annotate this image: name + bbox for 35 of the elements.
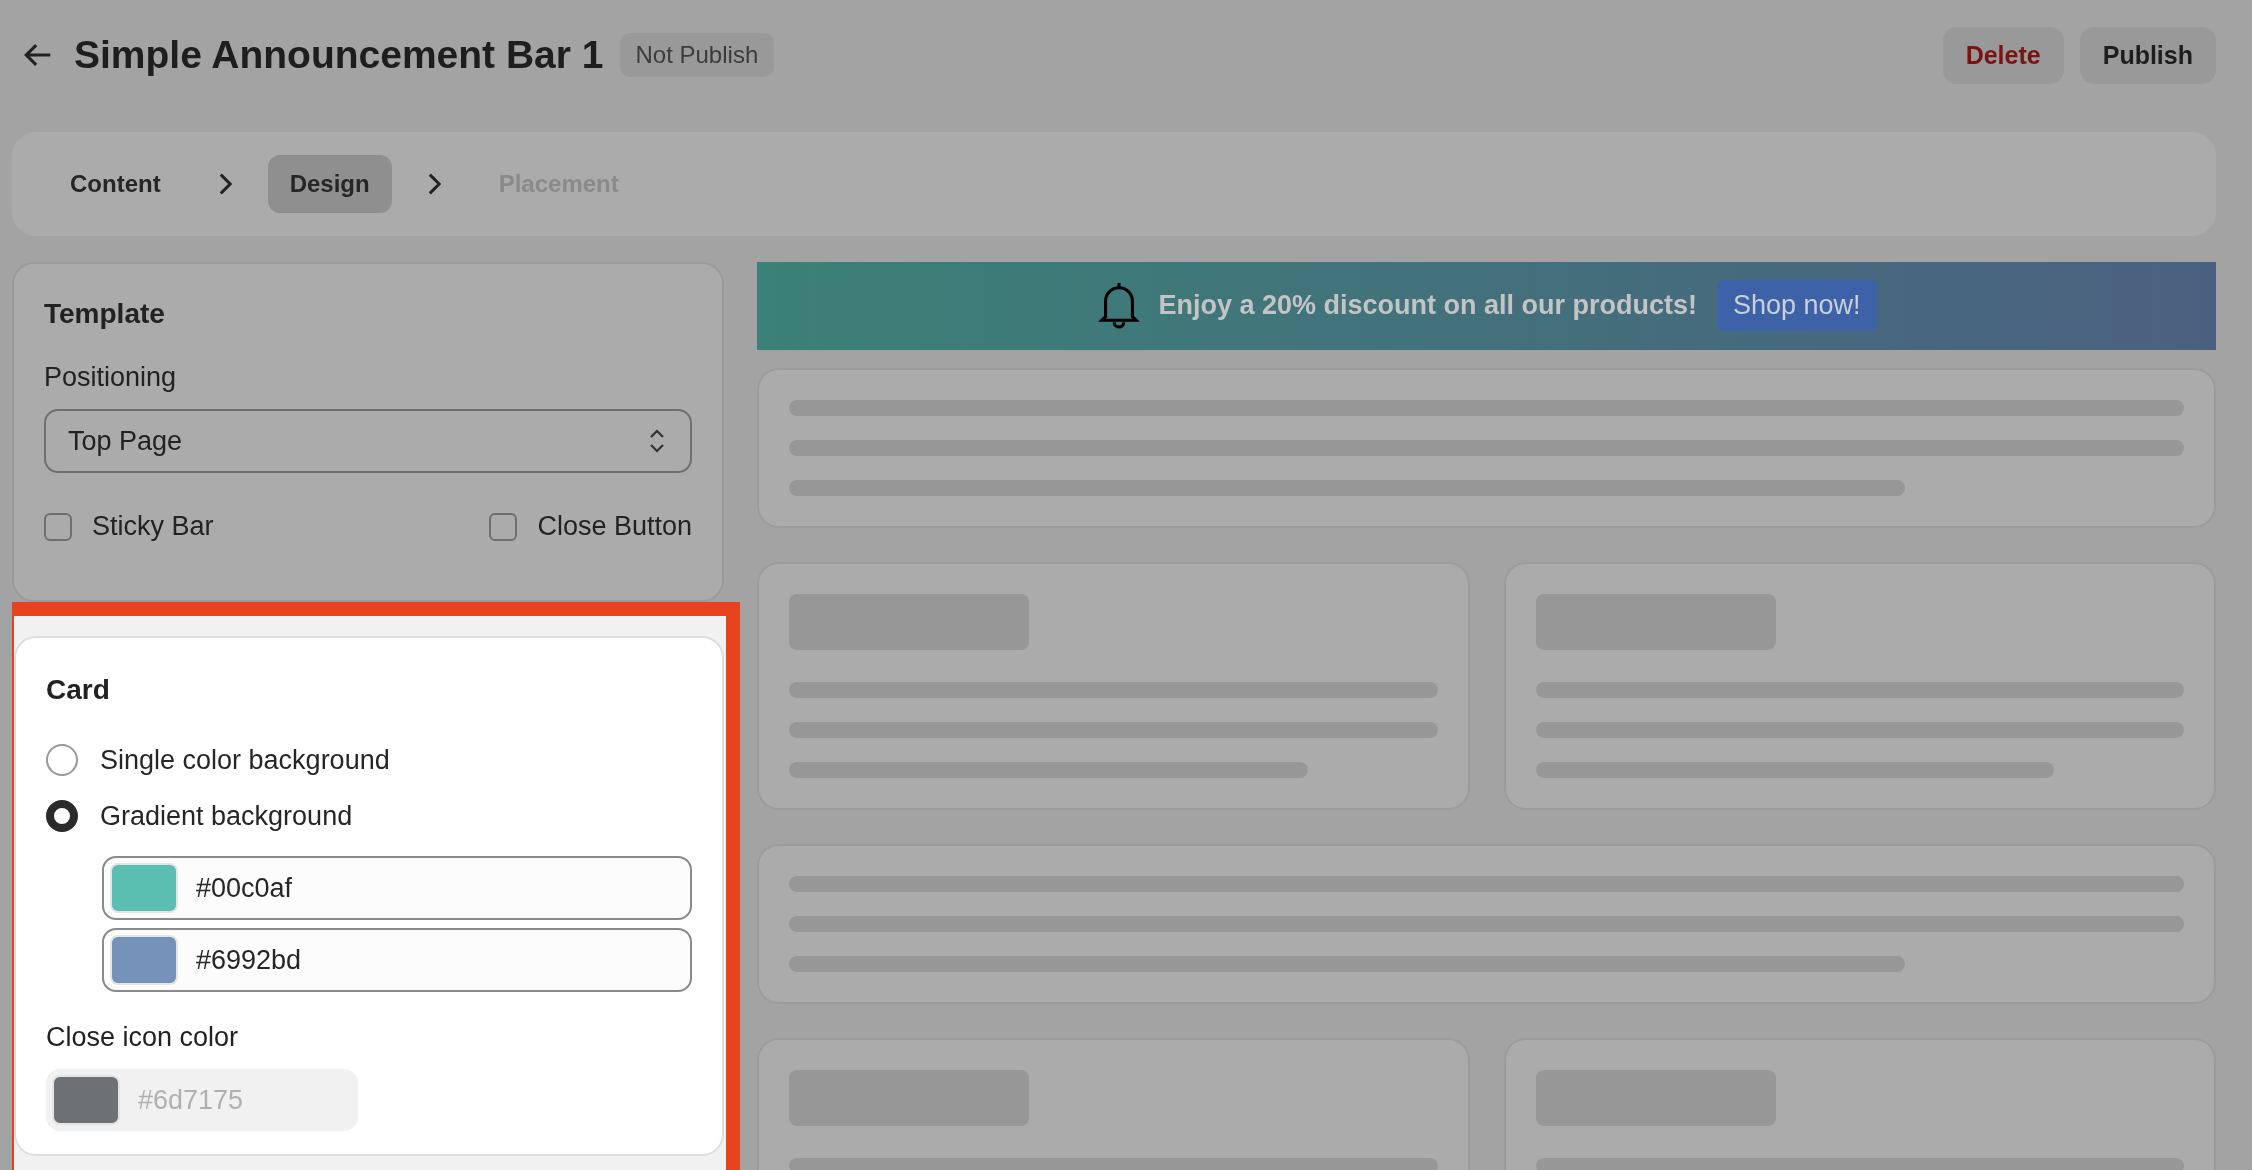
page-title: Simple Announcement Bar 1 (74, 33, 604, 77)
publish-button[interactable]: Publish (2079, 26, 2216, 84)
checkbox[interactable] (489, 512, 518, 541)
field-label: Positioning (44, 362, 178, 393)
color-value: #6d7175 (138, 1084, 244, 1116)
color-value: #6992bd (196, 944, 302, 976)
checkbox-label: Close Button (537, 511, 692, 542)
color-value: #00c0af (196, 872, 293, 904)
chevron-right-icon (427, 173, 441, 195)
checkbox[interactable] (44, 512, 72, 541)
color-swatch[interactable] (110, 863, 178, 913)
radio-button[interactable] (46, 744, 78, 776)
color-swatch[interactable] (110, 935, 178, 985)
radio-label: Gradient background (100, 800, 353, 832)
checkbox-option[interactable]: Sticky Bar (44, 511, 214, 542)
section-title: Card (46, 674, 111, 706)
checkbox-label: Sticky Bar (92, 511, 214, 542)
status-badge: Not Publish (619, 33, 775, 77)
step-tab[interactable]: Content (48, 155, 183, 213)
color-field[interactable]: #00c0af (102, 856, 692, 920)
chevron-right-icon (218, 173, 232, 195)
field-label: Close icon color (46, 1022, 240, 1053)
radio-option[interactable]: Single color background (46, 744, 692, 776)
positioning-select[interactable]: Top Page (44, 409, 692, 473)
step-tab[interactable]: Design (267, 155, 392, 213)
radio-label: Single color background (100, 744, 390, 776)
delete-button[interactable]: Delete (1942, 26, 2064, 84)
radio-option[interactable]: Gradient background (46, 800, 692, 832)
bell-icon (1096, 280, 1143, 330)
shop-now-button[interactable]: Shop now! (1717, 279, 1877, 331)
section-title: Template (44, 298, 166, 330)
radio-button[interactable] (46, 800, 78, 832)
color-field[interactable]: #6992bd (102, 928, 692, 992)
announcement-text: Enjoy a 20% discount on all our products! (1158, 289, 1697, 321)
checkbox-option[interactable]: Close Button (489, 511, 692, 542)
